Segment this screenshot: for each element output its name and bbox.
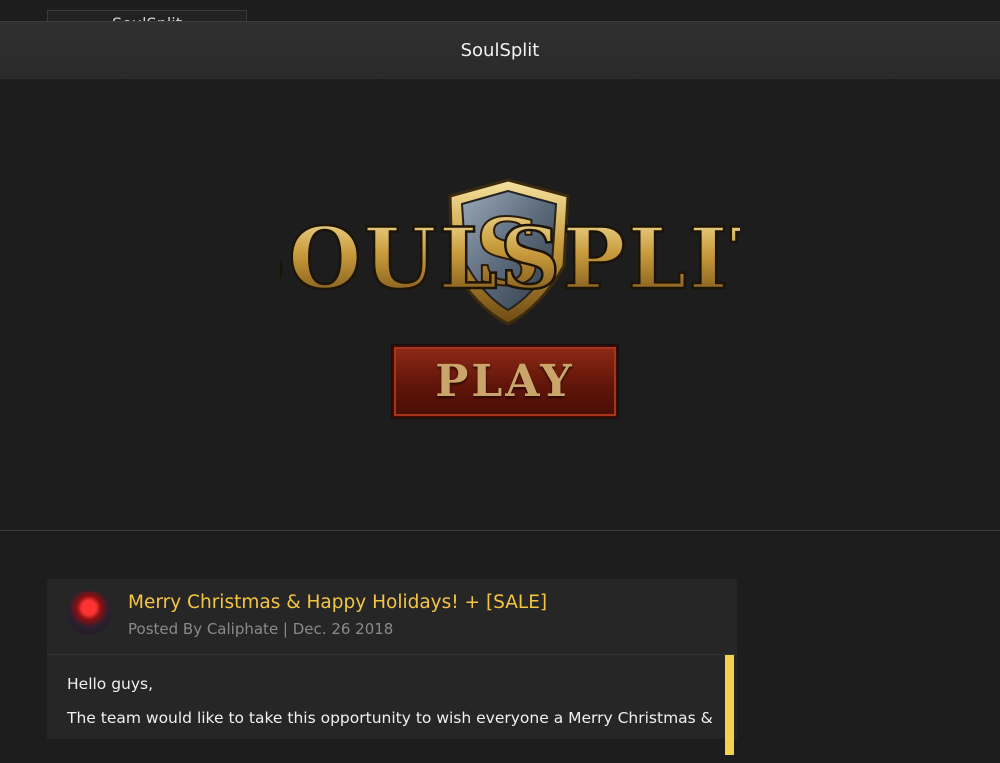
post-body-text: The team would like to take this opportu…	[67, 709, 713, 727]
play-button-label: PLAY	[435, 356, 575, 407]
news-post: Merry Christmas & Happy Holidays! + [SAL…	[47, 579, 737, 755]
post-title[interactable]: Merry Christmas & Happy Holidays! + [SAL…	[128, 592, 547, 613]
avatar[interactable]	[67, 591, 111, 635]
post-greeting: Hello guys,	[67, 675, 154, 693]
post-body: Hello guys, The team would like to take …	[47, 655, 737, 763]
logo-wordmark: SOULSPLIT	[280, 209, 740, 308]
post-header: Merry Christmas & Happy Holidays! + [SAL…	[47, 579, 737, 655]
soulsplit-logo: S SOULSPLIT	[280, 178, 740, 326]
top-bar: SoulSplit	[0, 21, 1000, 80]
play-button[interactable]: PLAY	[392, 345, 618, 418]
post-meta: Posted By Caliphate | Dec. 26 2018	[128, 620, 394, 638]
site-title: SoulSplit	[460, 40, 540, 61]
